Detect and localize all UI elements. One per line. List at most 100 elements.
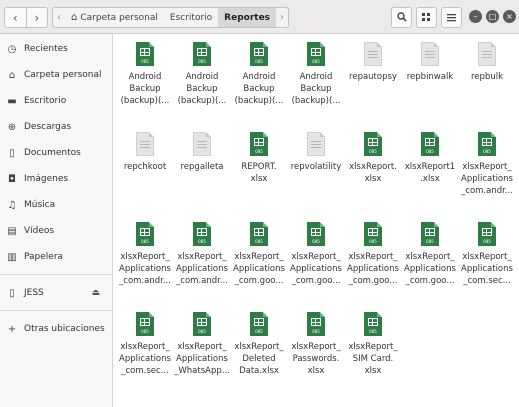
text-lines-glyph: [311, 141, 321, 142]
file-item[interactable]: repvolatility: [286, 128, 346, 173]
spreadsheet-file-icon: 085: [136, 42, 154, 66]
file-name: repbulk: [471, 72, 503, 82]
file-item[interactable]: 085 xlsxReport_ Applications _com.andr...: [457, 128, 517, 197]
file-item[interactable]: repchkoot: [115, 128, 175, 173]
file-item[interactable]: 085 xlsxReport_ SIM Card. xlsx: [343, 308, 403, 377]
text-lines-glyph: [197, 141, 207, 142]
file-item[interactable]: 085 xlsxReport_ Deleted Data.xlsx: [229, 308, 289, 377]
file-item[interactable]: 085 xlsxReport_ Applications _com.sec...: [115, 308, 175, 377]
file-item[interactable]: 085 xlsxReport. xlsx: [343, 128, 403, 185]
close-button[interactable]: ×: [503, 10, 516, 23]
file-item[interactable]: 085 Android Backup (backup)(...: [286, 38, 346, 107]
file-item[interactable]: 085 xlsxReport_ Passwords. xlsx: [286, 308, 346, 377]
spreadsheet-grid-glyph: [254, 318, 264, 326]
file-name: xlsxReport. xlsx: [349, 162, 397, 184]
file-item[interactable]: repbinwalk: [400, 38, 460, 83]
camera-icon: ◘: [8, 173, 16, 185]
home-icon: ⌂: [71, 12, 78, 23]
file-item[interactable]: 085 REPORT. xlsx: [229, 128, 289, 185]
spreadsheet-grid-glyph: [368, 318, 378, 326]
forward-button[interactable]: ›: [27, 8, 48, 27]
file-item[interactable]: 085 xlsxReport_ Applications _com.andr...: [115, 218, 175, 287]
sidebar-item-otras-ubicaciones[interactable]: + Otras ubicaciones: [0, 318, 112, 340]
spreadsheet-grid-glyph: [311, 318, 321, 326]
path-left-arrow[interactable]: ‹: [53, 8, 65, 27]
sidebar-item-musica[interactable]: ♫ Música: [0, 194, 112, 216]
sidebar-item-jess[interactable]: ▯ JESS ⏏: [0, 282, 112, 304]
file-type-tag: 085: [312, 239, 320, 244]
maximize-button[interactable]: □: [486, 10, 499, 23]
spreadsheet-grid-glyph: [368, 138, 378, 146]
text-lines-glyph: [368, 51, 378, 52]
sidebar-divider: [0, 274, 112, 275]
file-name: xlsxReport_ Applications _com.goo...: [347, 252, 399, 286]
text-lines-glyph: [140, 141, 150, 142]
spreadsheet-file-icon: 085: [421, 132, 439, 156]
spreadsheet-grid-glyph: [311, 228, 321, 236]
file-item[interactable]: 085 xlsxReport_ Applications _WhatsApp...: [172, 308, 232, 377]
file-name: xlsxReport_ SIM Card. xlsx: [348, 342, 398, 376]
file-item[interactable]: 085 xlsxReport_ Applications _com.goo...: [343, 218, 403, 287]
download-icon: ⊕: [7, 121, 17, 133]
breadcrumb-reportes[interactable]: Reportes: [218, 8, 277, 27]
file-type-tag: 085: [483, 239, 491, 244]
sidebar-item-papelera[interactable]: ▥ Papelera: [0, 246, 112, 268]
file-name: xlsxReport_ Applications _WhatsApp...: [174, 342, 230, 376]
file-type-tag: 085: [255, 239, 263, 244]
file-name: xlsxReport_ Applications _com.sec...: [119, 342, 171, 376]
sidebar-item-videos[interactable]: ▤ Vídeos: [0, 220, 112, 242]
breadcrumb-home[interactable]: ⌂ Carpeta personal: [65, 8, 164, 27]
spreadsheet-grid-glyph: [368, 228, 378, 236]
file-name: xlsxReport_ Applications _com.goo...: [290, 252, 342, 286]
sidebar-item-imagenes[interactable]: ◘ Imágenes: [0, 168, 112, 190]
desktop-icon: ▬: [7, 95, 17, 107]
spreadsheet-grid-glyph: [482, 138, 492, 146]
spreadsheet-file-icon: 085: [307, 222, 325, 246]
sidebar-item-escritorio[interactable]: ▬ Escritorio: [0, 90, 112, 112]
file-item[interactable]: 085 xlsxReport_ Applications _com.sec...: [457, 218, 517, 287]
sidebar-item-documentos[interactable]: ▯ Documentos: [0, 142, 112, 164]
file-item[interactable]: 085 xlsxReport_ Applications _com.goo...: [286, 218, 346, 287]
view-toggle-button[interactable]: [416, 7, 437, 28]
search-button[interactable]: [391, 7, 412, 28]
file-item[interactable]: repgalleta: [172, 128, 232, 173]
minimize-button[interactable]: –: [469, 10, 482, 23]
file-type-tag: 085: [369, 329, 377, 334]
back-button[interactable]: ‹: [5, 8, 27, 27]
file-name: Android Backup (backup)(...: [177, 72, 227, 106]
breadcrumb: ‹ ⌂ Carpeta personal Escritorio Reportes…: [52, 7, 290, 28]
sidebar-item-carpeta-personal[interactable]: ⌂ Carpeta personal: [0, 64, 112, 86]
text-file-icon: [421, 42, 439, 66]
file-item[interactable]: 085 Android Backup (backup)(...: [229, 38, 289, 107]
eject-icon[interactable]: ⏏: [91, 288, 100, 298]
file-name: xlsxReport_ Passwords. xlsx: [291, 342, 341, 376]
spreadsheet-grid-glyph: [197, 318, 207, 326]
file-type-tag: 085: [426, 149, 434, 154]
menu-button[interactable]: [441, 7, 462, 28]
spreadsheet-file-icon: 085: [250, 132, 268, 156]
file-item[interactable]: 085 Android Backup (backup)(...: [172, 38, 232, 107]
spreadsheet-file-icon: 085: [136, 312, 154, 336]
hamburger-menu-icon: [447, 11, 456, 25]
file-item[interactable]: 085 xlsxReport_ Applications _com.goo...: [400, 218, 460, 287]
sidebar-item-descargas[interactable]: ⊕ Descargas: [0, 116, 112, 138]
sidebar-item-recientes[interactable]: ◷ Recientes: [0, 38, 112, 60]
spreadsheet-grid-glyph: [482, 228, 492, 236]
file-type-tag: 085: [312, 329, 320, 334]
text-file-icon: [364, 42, 382, 66]
spreadsheet-file-icon: 085: [478, 132, 496, 156]
file-item[interactable]: repautopsy: [343, 38, 403, 83]
file-item[interactable]: 085 xlsxReport_ Applications _com.goo...: [229, 218, 289, 287]
spreadsheet-file-icon: 085: [193, 222, 211, 246]
nav-buttons: ‹ ›: [4, 7, 48, 28]
file-item[interactable]: 085 xlsxReport1 .xlsx: [400, 128, 460, 185]
file-item[interactable]: repbulk: [457, 38, 517, 83]
sidebar-item-label: JESS: [24, 288, 44, 298]
file-item[interactable]: 085 Android Backup (backup)(...: [115, 38, 175, 107]
breadcrumb-escritorio[interactable]: Escritorio: [164, 8, 218, 27]
close-icon: ×: [506, 12, 513, 21]
spreadsheet-file-icon: 085: [364, 132, 382, 156]
path-right-arrow[interactable]: ›: [276, 8, 288, 27]
file-item[interactable]: 085 xlsxReport_ Applications _com.andr...: [172, 218, 232, 287]
spreadsheet-file-icon: 085: [478, 222, 496, 246]
